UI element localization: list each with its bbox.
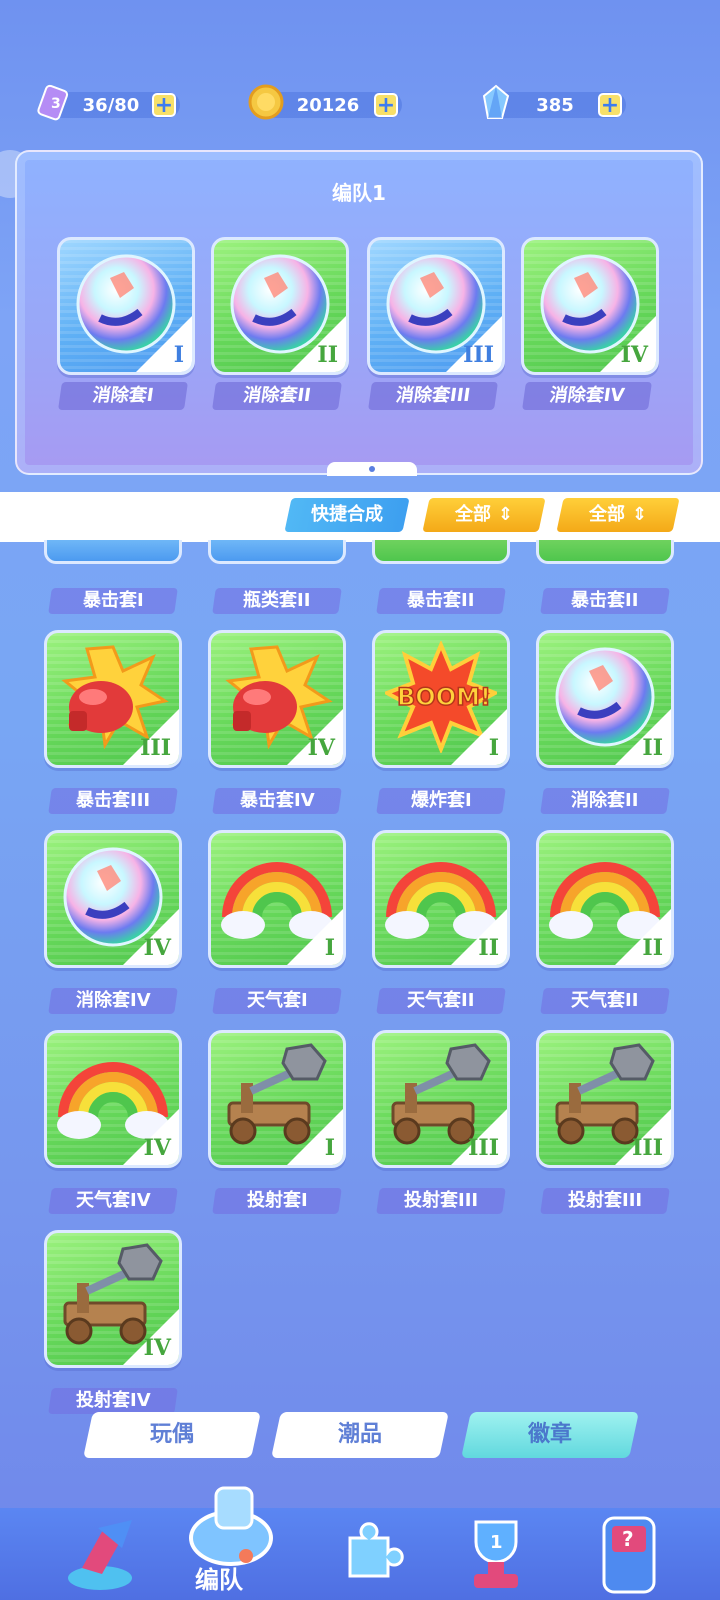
level-numeral: III [463, 342, 494, 368]
tab-trendy[interactable]: 潮品 [271, 1412, 449, 1458]
svg-text:1: 1 [490, 1532, 503, 1553]
add-crystal-button[interactable]: + [598, 93, 622, 117]
nav-label-formation: 编队 [195, 1566, 243, 1594]
badge-card[interactable]: I [208, 830, 346, 968]
card-label: 天气套I [212, 988, 342, 1014]
level-numeral: II [642, 735, 663, 761]
card-label: 暴击套IV [212, 788, 342, 814]
formation-slot-card[interactable]: III [367, 237, 505, 375]
level-numeral: I [173, 342, 184, 368]
level-numeral: II [478, 935, 499, 961]
badge-card[interactable]: IV [44, 830, 182, 968]
level-numeral: IV [143, 1135, 171, 1161]
partial-card[interactable] [372, 540, 510, 564]
card-label: 暴击套II [540, 588, 670, 614]
level-numeral: IV [143, 1335, 171, 1361]
coin-counter: 20126 + [248, 84, 402, 120]
filter-dropdown-2[interactable]: 全部 ⇕ [556, 498, 680, 532]
badge-card[interactable]: IV [44, 1030, 182, 1168]
formation-title: 编队1 [332, 181, 386, 205]
filter-bar: 快捷合成 全部 ⇕ 全部 ⇕ [0, 492, 720, 542]
add-ticket-button[interactable]: + [152, 93, 176, 117]
formation-slot-card[interactable]: IV [521, 237, 659, 375]
badge-card[interactable]: II [536, 630, 674, 768]
badge-card[interactable]: IV [208, 630, 346, 768]
badge-card[interactable]: I [208, 1030, 346, 1168]
level-numeral: IV [620, 342, 648, 368]
partial-card[interactable] [208, 540, 346, 564]
category-tabs: 玩偶 潮品 徽章 [0, 1412, 720, 1462]
level-numeral: II [317, 342, 338, 368]
ticket-counter: 3 36/80 + [37, 84, 180, 121]
card-label: 消除套II [540, 788, 670, 814]
card-label: 暴击套II [376, 588, 506, 614]
svg-text:3: 3 [51, 96, 61, 112]
card-label: 暴击套III [48, 788, 178, 814]
level-numeral: I [488, 735, 499, 761]
level-numeral: III [140, 735, 171, 761]
card-label: 投射套I [212, 1188, 342, 1214]
formation-slot-label: 消除套I [58, 382, 188, 410]
page-indicator [327, 462, 417, 476]
filter-dropdown-1[interactable]: 全部 ⇕ [422, 498, 546, 532]
badge-card[interactable]: III [372, 1030, 510, 1168]
card-label: 天气套II [376, 988, 506, 1014]
formation-slot-card[interactable]: I [57, 237, 195, 375]
crystal-counter: 385 + [482, 84, 626, 119]
svg-text:?: ? [622, 1527, 634, 1551]
add-coin-button[interactable]: + [374, 93, 398, 117]
ticket-icon: 3 [37, 84, 69, 121]
card-label: 投射套III [540, 1188, 670, 1214]
card-label: 暴击套I [48, 588, 178, 614]
badge-card[interactable]: BOOM! I [372, 630, 510, 768]
mystery-machine-icon[interactable]: ? [580, 1508, 676, 1600]
card-label: 投射套IV [48, 1388, 178, 1414]
level-numeral: III [632, 1135, 663, 1161]
formation-slot-card[interactable]: II [211, 237, 349, 375]
card-label: 投射套III [376, 1188, 506, 1214]
badge-card[interactable]: III [536, 1030, 674, 1168]
card-label: 消除套IV [48, 988, 178, 1014]
sort-arrows-icon: ⇕ [631, 504, 647, 525]
trophy-icon[interactable]: 1 [448, 1508, 544, 1600]
card-label: 天气套II [540, 988, 670, 1014]
quick-merge-button[interactable]: 快捷合成 [284, 498, 410, 532]
puzzle-icon[interactable] [320, 1508, 416, 1600]
level-numeral: I [324, 935, 335, 961]
card-label: 瓶类套II [212, 588, 342, 614]
coin-icon [248, 84, 284, 120]
level-numeral: IV [307, 735, 335, 761]
card-label: 爆炸套I [376, 788, 506, 814]
formation-slot-label: 消除套II [212, 382, 342, 410]
tab-badges[interactable]: 徽章 [461, 1412, 639, 1458]
level-numeral: III [468, 1135, 499, 1161]
sort-arrows-icon: ⇕ [497, 504, 513, 525]
battle-icon[interactable] [52, 1508, 148, 1600]
crystal-icon [482, 84, 510, 119]
formation-slot-label: 消除套III [368, 382, 498, 410]
card-label: 天气套IV [48, 1188, 178, 1214]
badge-card[interactable]: II [372, 830, 510, 968]
badge-card[interactable]: II [536, 830, 674, 968]
badge-card[interactable]: III [44, 630, 182, 768]
tab-dolls[interactable]: 玩偶 [83, 1412, 261, 1458]
bottom-nav: 1 ? [0, 1486, 720, 1600]
partial-card[interactable] [44, 540, 182, 564]
resource-bar: 3 36/80 + 20126 + 385 + [0, 84, 720, 134]
level-numeral: I [324, 1135, 335, 1161]
level-numeral: IV [143, 935, 171, 961]
badge-card[interactable]: IV [44, 1230, 182, 1368]
level-numeral: II [642, 935, 663, 961]
partial-card[interactable] [536, 540, 674, 564]
formation-slot-label: 消除套IV [522, 382, 652, 410]
formation-panel: 编队1 I 消除套I II 消除套II III 消除套III IV 消除套IV [15, 150, 703, 476]
boom-text: BOOM! [397, 683, 491, 711]
